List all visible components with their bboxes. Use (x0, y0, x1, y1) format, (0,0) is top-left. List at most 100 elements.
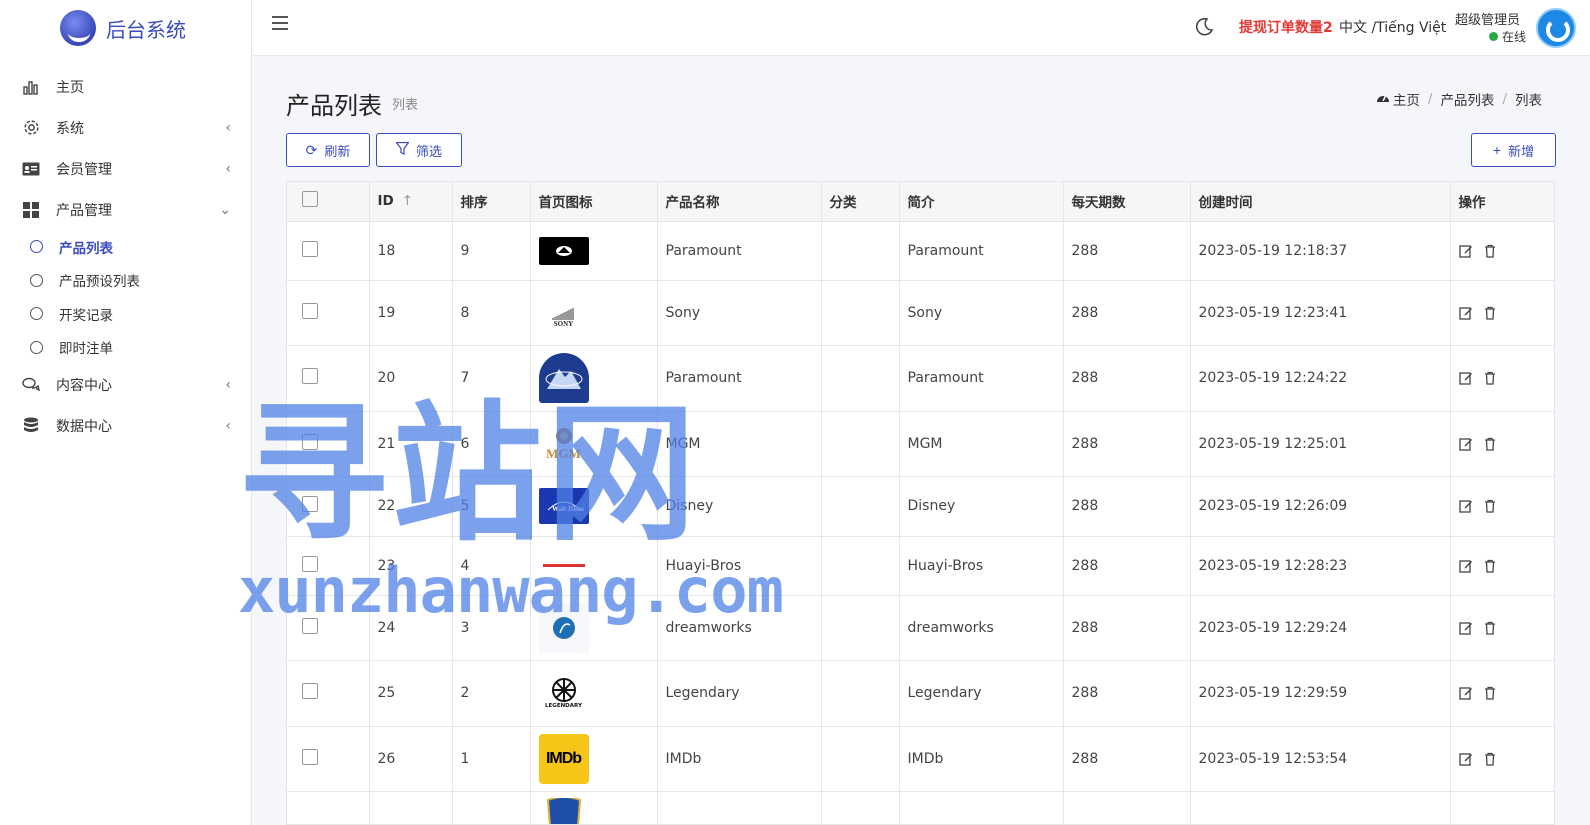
cell-category (821, 791, 900, 824)
row-checkbox[interactable] (302, 302, 318, 319)
cell-actions (1450, 595, 1554, 661)
select-all-checkbox[interactable] (302, 191, 318, 208)
trash-icon[interactable] (1483, 306, 1497, 320)
cell-intro: Paramount (899, 345, 1064, 412)
cell-id: 18 (369, 221, 453, 281)
cell-intro: MGM (899, 411, 1064, 477)
edit-icon[interactable] (1458, 306, 1473, 320)
trash-icon[interactable] (1483, 499, 1497, 513)
page-subtitle: 列表 (392, 98, 419, 113)
avatar[interactable] (1536, 8, 1576, 48)
sidebar-item-label: 数据中心 (56, 418, 112, 435)
moon-icon[interactable] (1194, 17, 1214, 37)
row-checkbox[interactable] (302, 748, 318, 765)
cell-icon: SONY (530, 280, 658, 346)
brand[interactable]: 后台系统 (0, 0, 251, 56)
database-icon (22, 417, 40, 435)
row-select-cell (287, 280, 370, 346)
table-header-row: ID ↑ 排序 首页图标 产品名称 分类 简介 每天期数 创建时间 操作 (287, 182, 1554, 222)
edit-icon[interactable] (1458, 244, 1473, 258)
table-row: 19 8 SONY Sony Sony 288 2023-05-19 12:23:41 (287, 280, 1554, 346)
trash-icon[interactable] (1483, 752, 1497, 766)
row-checkbox[interactable] (302, 240, 318, 257)
sidebar-nav: 主页 系统 ‹ 会员管理 ‹ 产品管理 ⌄ (0, 66, 251, 230)
cell-intro: Disney (899, 476, 1064, 537)
cell-periods: 288 (1063, 345, 1191, 412)
refresh-button[interactable]: ⟳ 刷新 (286, 133, 370, 167)
product-logo-image: LEGENDARY (538, 668, 649, 718)
sidebar-subitem-product-list[interactable]: 产品列表 (0, 230, 251, 264)
row-checkbox[interactable] (302, 683, 318, 699)
table-row: 25 2 LEGENDARY Legendary Legendary 288 2023-05… (287, 660, 1554, 727)
breadcrumb-product-list[interactable]: 产品列表 (1440, 89, 1494, 109)
trash-icon[interactable] (1483, 371, 1497, 385)
trash-icon[interactable] (1483, 244, 1497, 258)
cell-name (657, 791, 822, 824)
table-row: 18 9 Paramount Paramount 288 2023-05-19 12:18… (287, 221, 1554, 281)
col-header-created: 创建时间 (1190, 182, 1451, 222)
cell-intro: dreamworks (899, 595, 1064, 661)
edit-icon[interactable] (1458, 499, 1473, 513)
cell-intro: IMDb (899, 726, 1064, 792)
cell-sort: 1 (452, 726, 531, 792)
sidebar-subitem-product-presets[interactable]: 产品预设列表 (0, 264, 251, 298)
sidebar-subitem-draw-records[interactable]: 开奖记录 (0, 297, 251, 331)
col-header-label: ID (377, 193, 394, 210)
cell-category (821, 476, 900, 537)
edit-icon[interactable] (1458, 371, 1473, 385)
cell-periods (1063, 791, 1191, 824)
grid-icon (22, 201, 40, 219)
language-switch[interactable]: 中文 /Tiếng Việt (1339, 17, 1446, 37)
sidebar-item-label: 主页 (56, 79, 84, 96)
edit-icon[interactable] (1458, 752, 1473, 766)
trash-icon[interactable] (1483, 621, 1497, 635)
product-logo-image (538, 791, 649, 824)
sidebar-item-system[interactable]: 系统 ‹ (0, 107, 251, 148)
sidebar-item-label: 内容中心 (56, 377, 112, 394)
edit-icon[interactable] (1458, 686, 1473, 700)
row-checkbox[interactable] (302, 368, 318, 384)
user-name[interactable]: 超级管理员 (1455, 9, 1520, 28)
cell-intro: Sony (899, 280, 1064, 346)
legendary-logo-text: LEGENDARY (545, 703, 582, 709)
cell-created: 2023-05-19 12:26:09 (1190, 476, 1451, 537)
withdraw-order-alert[interactable]: 提现订单数量2 (1239, 17, 1333, 37)
filter-icon (395, 141, 410, 158)
breadcrumb-home[interactable]: 主页 (1393, 89, 1420, 109)
sidebar-item-label: 产品管理 (56, 202, 112, 219)
col-header-intro: 简介 (899, 182, 1064, 222)
watermark-cn: 寻站网 (238, 388, 701, 562)
cell-actions (1450, 221, 1554, 281)
sidebar-subitem-label: 产品预设列表 (59, 274, 140, 291)
sony-logo-text: SONY (553, 319, 574, 328)
cell-periods: 288 (1063, 595, 1191, 661)
hamburger-menu-icon[interactable] (272, 16, 288, 30)
cell-category (821, 411, 900, 477)
add-button[interactable]: + 新增 (1471, 133, 1556, 167)
sidebar-subitem-live-bets[interactable]: 即时注单 (0, 331, 251, 365)
sidebar-item-label: 会员管理 (56, 161, 112, 178)
table-row (287, 791, 1554, 824)
edit-icon[interactable] (1458, 437, 1473, 451)
cell-category (821, 726, 900, 792)
sidebar-item-home[interactable]: 主页 (0, 66, 251, 107)
filter-button[interactable]: 筛选 (376, 133, 462, 167)
col-header-id[interactable]: ID ↑ (369, 182, 453, 222)
user-status: 在线 (1489, 28, 1526, 45)
table-row: 26 1 IMDb IMDb IMDb 288 2023-05-19 12:53:54 (287, 726, 1554, 792)
cell-created (1190, 791, 1451, 824)
col-header-name: 产品名称 (657, 182, 822, 222)
sidebar-item-data[interactable]: 数据中心 ‹ (0, 405, 251, 446)
sidebar-item-content[interactable]: 内容中心 ‹ (0, 364, 251, 405)
cell-actions (1450, 280, 1554, 346)
trash-icon[interactable] (1483, 437, 1497, 451)
edit-icon[interactable] (1458, 559, 1473, 573)
trash-icon[interactable] (1483, 559, 1497, 573)
cell-category (821, 221, 900, 281)
sidebar-item-members[interactable]: 会员管理 ‹ (0, 148, 251, 189)
product-logo-image (538, 236, 649, 265)
sort-up-icon[interactable]: ↑ (402, 193, 413, 209)
trash-icon[interactable] (1483, 686, 1497, 700)
sidebar-item-products[interactable]: 产品管理 ⌄ (0, 189, 251, 230)
edit-icon[interactable] (1458, 621, 1473, 635)
